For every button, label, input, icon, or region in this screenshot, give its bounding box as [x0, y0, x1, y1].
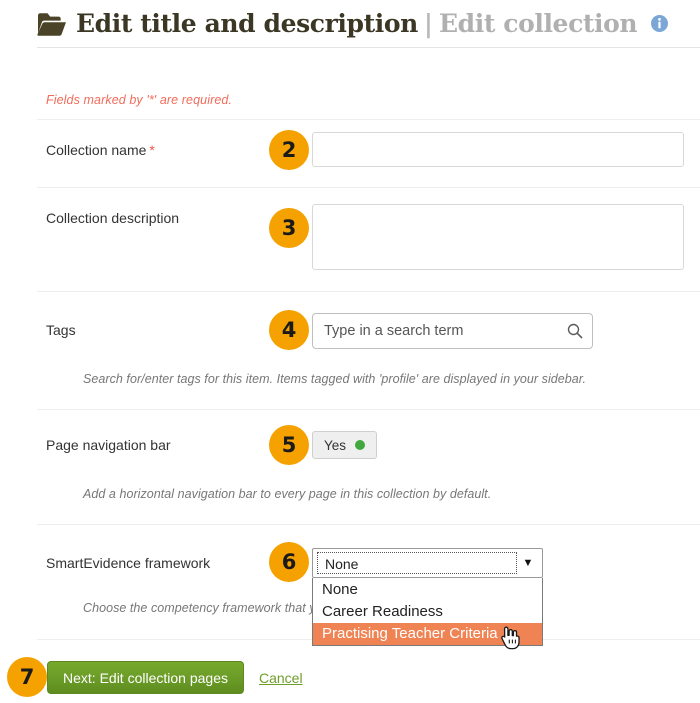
page-title: Edit title and description — [76, 9, 418, 38]
dropdown-option-career-readiness[interactable]: Career Readiness — [313, 601, 542, 623]
edit-collection-page: Edit title and description | Edit collec… — [0, 0, 700, 703]
collection-name-label: Collection name* — [46, 142, 155, 158]
chevron-down-icon[interactable]: ▼ — [517, 557, 539, 569]
smartevidence-framework-dropdown[interactable]: None Career Readiness Practising Teacher… — [312, 578, 543, 646]
page-header: Edit title and description | Edit collec… — [37, 0, 700, 48]
title-separator: | — [424, 9, 433, 38]
smartevidence-framework-help-text: Choose the competency framework that you… — [83, 601, 349, 615]
dropdown-option-practising-teacher-criteria[interactable]: Practising Teacher Criteria — [313, 623, 542, 645]
required-fields-note: Fields marked by '*' are required. — [46, 93, 232, 107]
smartevidence-selected-value: None — [317, 552, 517, 574]
toggle-status-dot — [355, 440, 365, 450]
step-badge-5: 5 — [269, 425, 309, 465]
tags-search-input[interactable] — [313, 314, 558, 348]
step-badge-2: 2 — [269, 130, 309, 170]
step-badge-3: 3 — [269, 208, 309, 248]
page-subtitle: Edit collection — [439, 9, 637, 38]
step-badge-6: 6 — [269, 542, 309, 582]
collection-description-label: Collection description — [46, 210, 179, 226]
tags-search-wrapper[interactable] — [312, 313, 593, 349]
collection-name-label-text: Collection name — [46, 142, 146, 158]
page-navigation-bar-toggle[interactable]: Yes — [312, 431, 377, 459]
collection-name-input[interactable] — [312, 132, 684, 167]
divider-after-tags — [37, 409, 700, 410]
smartevidence-framework-select[interactable]: None ▼ — [312, 548, 543, 578]
divider-after-page-nav — [37, 524, 700, 525]
dropdown-option-none[interactable]: None — [313, 579, 542, 601]
required-star: * — [149, 142, 154, 158]
open-folder-icon — [37, 11, 67, 37]
page-navigation-bar-help-text: Add a horizontal navigation bar to every… — [83, 487, 491, 501]
next-edit-collection-pages-button[interactable]: Next: Edit collection pages — [47, 661, 244, 694]
divider-after-collection-name — [37, 187, 700, 188]
tags-help-text: Search for/enter tags for this item. Ite… — [83, 372, 586, 386]
cancel-link[interactable]: Cancel — [259, 670, 303, 686]
collection-description-textarea[interactable] — [312, 204, 684, 270]
smartevidence-framework-label: SmartEvidence framework — [46, 555, 210, 571]
page-navigation-bar-label: Page navigation bar — [46, 437, 171, 453]
toggle-label: Yes — [324, 438, 346, 453]
divider-top — [37, 119, 700, 120]
divider-after-description — [37, 291, 700, 292]
search-icon[interactable] — [558, 314, 592, 348]
step-badge-4: 4 — [269, 310, 309, 350]
info-icon[interactable] — [651, 15, 668, 32]
tags-label: Tags — [46, 322, 76, 338]
step-badge-7: 7 — [7, 657, 47, 697]
